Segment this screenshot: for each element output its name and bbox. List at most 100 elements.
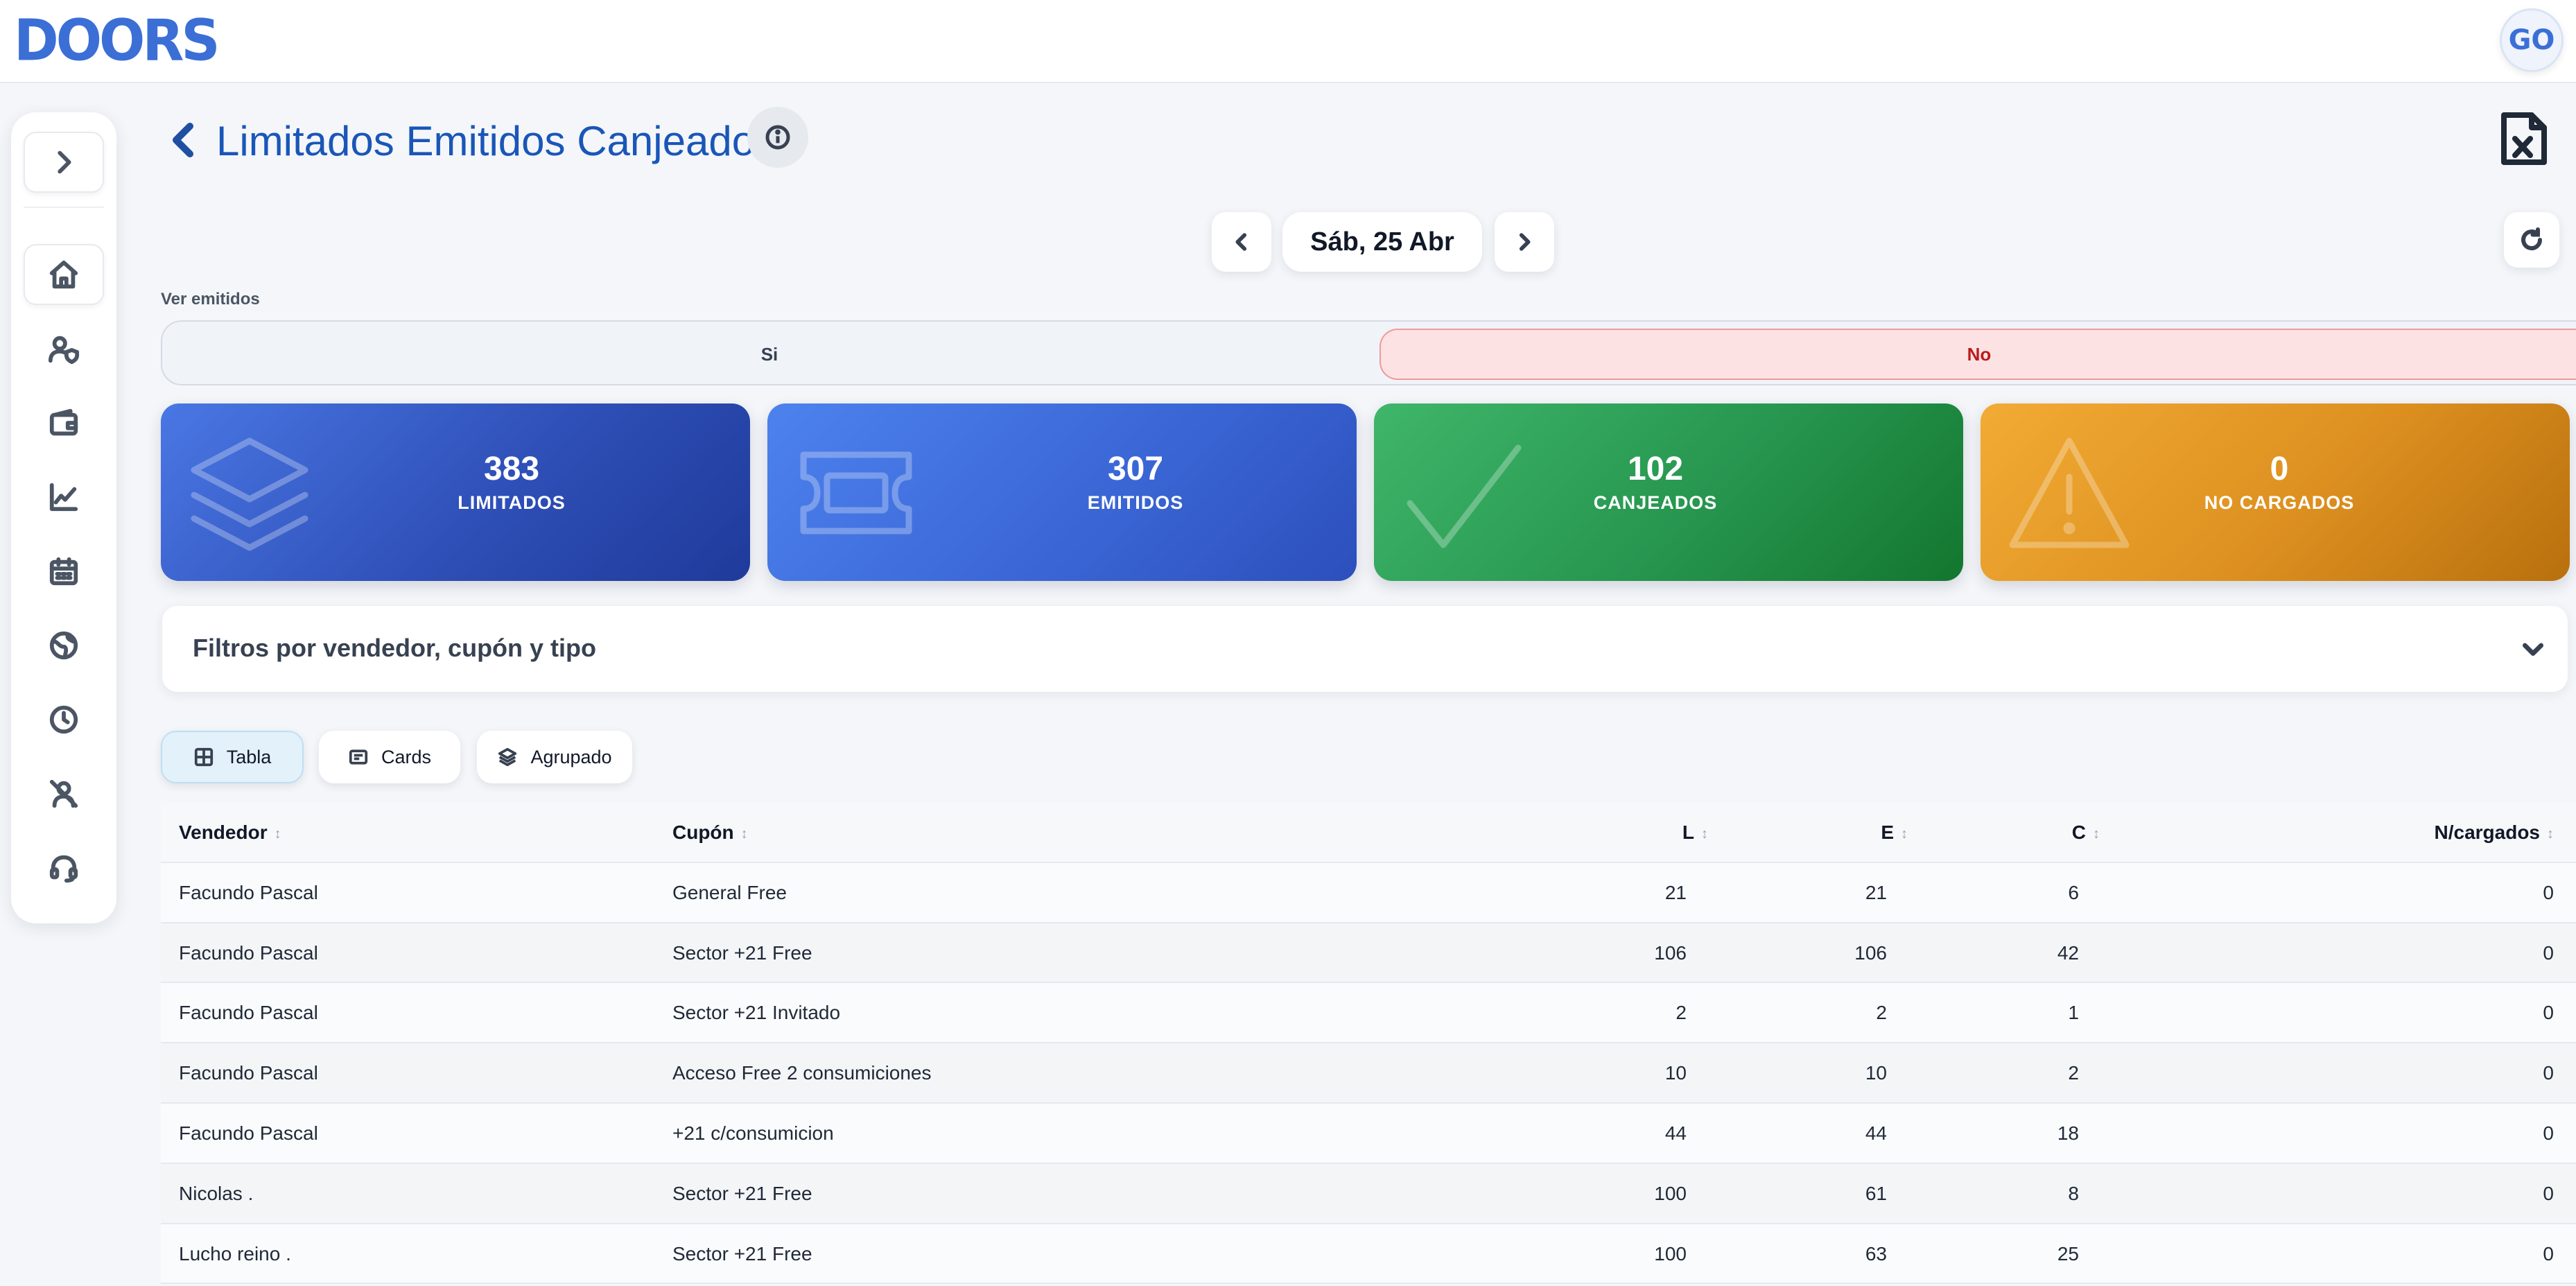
stat-label: EMITIDOS [1087, 492, 1184, 513]
stat-card-no-cargados: 0 NO CARGADOS [1981, 403, 2570, 581]
current-date[interactable]: Sáb, 25 Abr [1282, 212, 1482, 272]
layers-icon [498, 747, 517, 767]
cell-n-cargados: 0 [2543, 941, 2554, 964]
ver-emitidos-option-si[interactable]: Si [162, 329, 1377, 380]
column-header-l[interactable]: L ↕ [1682, 803, 1708, 862]
sidebar-divider [24, 207, 104, 208]
tab-label: Tabla [226, 746, 272, 767]
cell-l: 21 [1664, 881, 1687, 903]
sidebar-item-blocked-users[interactable] [24, 763, 104, 824]
cell-vendedor: Facundo Pascal [179, 941, 318, 964]
cell-c: 25 [2057, 1242, 2079, 1265]
headset-icon [49, 855, 78, 883]
user-off-icon [49, 779, 78, 808]
cell-vendedor: Nicolas . [179, 1182, 254, 1204]
table-row[interactable]: Lucho reino . Sector +21 Free 100 63 25 0 [161, 1224, 2576, 1285]
cell-c: 1 [2068, 1002, 2079, 1024]
cell-e: 63 [1865, 1242, 1887, 1265]
column-header-c[interactable]: C ↕ [2072, 803, 2100, 862]
ticket-icon [794, 434, 919, 552]
refresh-button[interactable] [2504, 212, 2559, 268]
table-header: Vendedor ↕ Cupón ↕ L ↕ E ↕ C ↕ N/cargados ↕ [161, 803, 2576, 863]
table-row[interactable]: Facundo Pascal Acceso Free 2 consumicione… [161, 1043, 2576, 1104]
cell-c: 42 [2057, 941, 2079, 964]
home-icon [49, 260, 78, 289]
check-icon [1400, 434, 1525, 552]
clock-icon [49, 705, 78, 734]
table-row[interactable]: Facundo Pascal Sector +21 Invitado 2 2 1 0 [161, 983, 2576, 1044]
sidebar-item-users[interactable] [24, 318, 104, 379]
cell-vendedor: Lucho reino . [179, 1242, 291, 1265]
cell-vendedor: Facundo Pascal [179, 1122, 318, 1144]
tab-cards[interactable]: Cards [319, 731, 460, 783]
calendar-icon [49, 557, 78, 586]
sidebar-item-history[interactable] [24, 689, 104, 750]
column-header-cupon[interactable]: Cupón ↕ [672, 803, 748, 862]
cell-cupon: Sector +21 Free [672, 1242, 812, 1265]
sort-icon: ↕ [1701, 826, 1708, 842]
ver-emitidos-label: Ver emitidos [161, 290, 260, 309]
stat-label: NO CARGADOS [2204, 492, 2355, 513]
table-row[interactable]: Nicolas . Sector +21 Free 100 61 8 0 [161, 1163, 2576, 1224]
layers-icon [187, 434, 312, 552]
cell-cupon: Sector +21 Free [672, 1182, 812, 1204]
cell-cupon: Sector +21 Free [672, 941, 812, 964]
export-excel-button[interactable] [2498, 112, 2548, 165]
cell-n-cargados: 0 [2543, 1242, 2554, 1265]
cell-e: 61 [1865, 1182, 1887, 1204]
info-icon [765, 125, 790, 150]
cell-cupon: Acceso Free 2 consumiciones [672, 1062, 932, 1084]
table-body: Facundo Pascal General Free 21 21 6 0 Facundo … [161, 862, 2576, 1285]
back-button[interactable] [169, 119, 202, 161]
sort-icon: ↕ [2547, 826, 2554, 842]
cell-c: 2 [2068, 1062, 2079, 1084]
warning-icon [2007, 434, 2132, 552]
sidebar-expand-button[interactable] [24, 132, 104, 193]
tab-agrupado[interactable]: Agrupado [477, 731, 632, 783]
cell-e: 2 [1876, 1002, 1887, 1024]
cell-c: 8 [2068, 1182, 2079, 1204]
user-avatar[interactable]: GO [2500, 8, 2564, 72]
cell-e: 21 [1865, 881, 1887, 903]
filters-title: Filtros por vendedor, cupón y tipo [193, 634, 597, 662]
sidebar-item-globe[interactable] [24, 615, 104, 676]
sidebar-item-calendar[interactable] [24, 541, 104, 602]
cell-l: 44 [1664, 1122, 1687, 1144]
data-table: Vendedor ↕ Cupón ↕ L ↕ E ↕ C ↕ N/cargados ↕ Fa… [161, 803, 2576, 1285]
user-shield-icon [48, 336, 80, 365]
chevron-down-icon[interactable] [2519, 635, 2547, 663]
stat-label: CANJEADOS [1593, 492, 1718, 513]
cell-l: 100 [1654, 1242, 1687, 1265]
cell-n-cargados: 0 [2543, 1182, 2554, 1204]
next-day-button[interactable] [1495, 212, 1554, 272]
cell-e: 10 [1865, 1062, 1887, 1084]
sidebar-item-support[interactable] [24, 837, 104, 898]
app-logo[interactable]: DOORS [14, 8, 220, 74]
column-header-n-cargados[interactable]: N/cargados ↕ [2435, 803, 2555, 862]
table-row[interactable]: Facundo Pascal Sector +21 Free 106 106 42 0 [161, 923, 2576, 984]
stat-label: LIMITADOS [458, 492, 566, 513]
table-row[interactable]: Facundo Pascal +21 c/consumicion 44 44 18 0 [161, 1103, 2576, 1164]
table-row[interactable]: Facundo Pascal General Free 21 21 6 0 [161, 862, 2576, 923]
cell-cupon: General Free [672, 881, 787, 903]
cell-l: 10 [1664, 1062, 1687, 1084]
line-chart-icon [49, 483, 78, 512]
cell-l: 106 [1654, 941, 1687, 964]
sidebar [11, 112, 116, 923]
sidebar-item-home[interactable] [24, 244, 104, 305]
tab-label: Cards [381, 746, 432, 767]
column-header-vendedor[interactable]: Vendedor ↕ [179, 803, 281, 862]
sidebar-item-wallet[interactable] [24, 392, 104, 453]
sort-icon: ↕ [740, 826, 748, 842]
sidebar-item-stats[interactable] [24, 467, 104, 528]
stat-card-emitidos: 307 EMITIDOS [767, 403, 1357, 581]
cell-vendedor: Facundo Pascal [179, 881, 318, 903]
cell-vendedor: Facundo Pascal [179, 1002, 318, 1024]
previous-day-button[interactable] [1212, 212, 1271, 272]
globe-icon [49, 631, 78, 660]
info-button[interactable] [747, 107, 808, 168]
filters-panel[interactable]: Filtros por vendedor, cupón y tipo [162, 606, 2568, 692]
tab-tabla[interactable]: Tabla [161, 731, 304, 783]
column-header-e[interactable]: E ↕ [1881, 803, 1908, 862]
ver-emitidos-option-no[interactable]: No [1380, 329, 2576, 380]
